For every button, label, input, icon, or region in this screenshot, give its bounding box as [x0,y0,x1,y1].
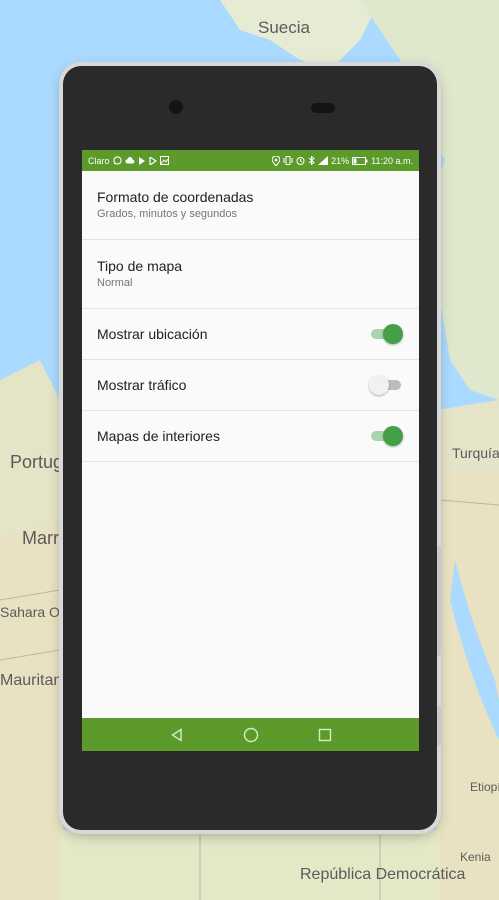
map-label: Suecia [258,18,310,37]
play-icon [148,156,157,165]
indoor-maps-toggle[interactable] [371,426,403,446]
map-label: Etiopía [470,780,499,794]
phone-screen: Claro 21% 11:20 a.m. Formato de coordena… [82,150,419,751]
setting-title: Mostrar ubicación [97,325,208,342]
side-button [437,546,441,656]
clock: 11:20 a.m. [371,155,413,166]
location-icon [272,155,281,166]
signal-icon [318,156,329,165]
vibrate-icon [283,156,293,165]
recents-icon[interactable] [313,723,337,747]
home-icon[interactable] [239,723,263,747]
carrier-name: Claro [88,155,110,166]
back-icon[interactable] [165,723,189,747]
navigation-bar [82,718,419,751]
map-label: Sahara Occidental [0,604,60,620]
show-traffic-toggle[interactable] [369,375,401,395]
battery-icon [352,156,368,165]
whatsapp-icon [112,156,122,165]
image-icon [159,156,169,165]
setting-show-traffic[interactable]: Mostrar tráfico [82,360,419,411]
bluetooth-icon [308,156,315,165]
setting-show-location[interactable]: Mostrar ubicación [82,309,419,360]
setting-title: Tipo de mapa [97,258,183,274]
battery-percentage: 21% [331,155,350,166]
map-label: Mauritania [0,672,60,689]
map-label: República Democrática [300,866,466,883]
setting-subtitle: Grados, minutos y segundos [97,208,238,220]
settings-list: Formato de coordenadas Grados, minutos y… [82,171,419,462]
earpiece-speaker [311,103,335,113]
setting-coordinate-format[interactable]: Formato de coordenadas Grados, minutos y… [82,171,419,240]
play-icon [138,156,146,165]
setting-title: Formato de coordenadas [97,189,254,205]
setting-title: Mapas de interiores [97,427,220,444]
setting-subtitle: Normal [97,277,133,289]
setting-indoor-maps[interactable]: Mapas de interiores [82,411,419,462]
status-bar: Claro 21% 11:20 a.m. [82,150,419,171]
setting-map-type[interactable]: Tipo de mapa Normal [82,240,419,309]
map-label: Kenia [460,850,491,864]
map-label: Turquía [452,445,499,461]
show-location-toggle[interactable] [371,324,403,344]
alarm-icon [296,156,305,165]
front-camera [169,100,183,114]
cloud-icon [124,156,135,165]
setting-title: Mostrar tráfico [97,376,187,393]
side-button [437,706,441,746]
phone-frame: Claro 21% 11:20 a.m. Formato de coordena… [63,66,441,830]
